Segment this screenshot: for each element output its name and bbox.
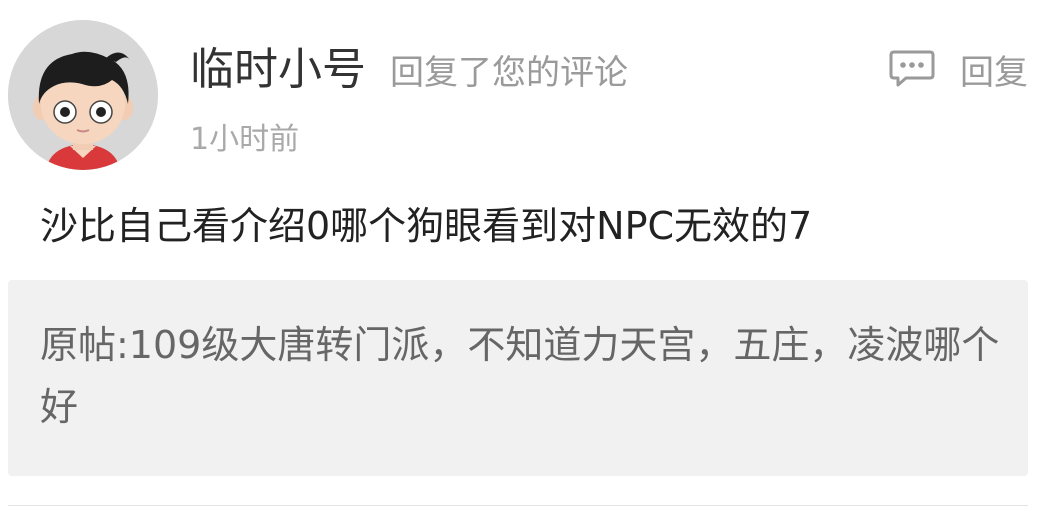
comment-text: 沙比自己看介绍0哪个狗眼看到对NPC无效的7 xyxy=(40,204,813,248)
user-avatar[interactable] xyxy=(8,20,158,170)
reply-button[interactable]: 回复 xyxy=(888,44,1028,94)
comment-bubble-icon xyxy=(888,49,936,89)
avatar-face-icon xyxy=(8,20,158,170)
username[interactable]: 临时小号 xyxy=(190,40,366,100)
quoted-post-box[interactable]: 原帖:109级大唐转门派，不知道力天宫，五庄，凌波哪个好 xyxy=(8,280,1028,476)
reply-label: 回复 xyxy=(960,52,1028,93)
quoted-post-text: 原帖:109级大唐转门派，不知道力天宫，五庄，凌波哪个好 xyxy=(40,323,1000,429)
timestamp: 1小时前 xyxy=(190,122,300,157)
notification-action-text: 回复了您的评论 xyxy=(390,53,628,93)
divider xyxy=(8,505,1028,506)
